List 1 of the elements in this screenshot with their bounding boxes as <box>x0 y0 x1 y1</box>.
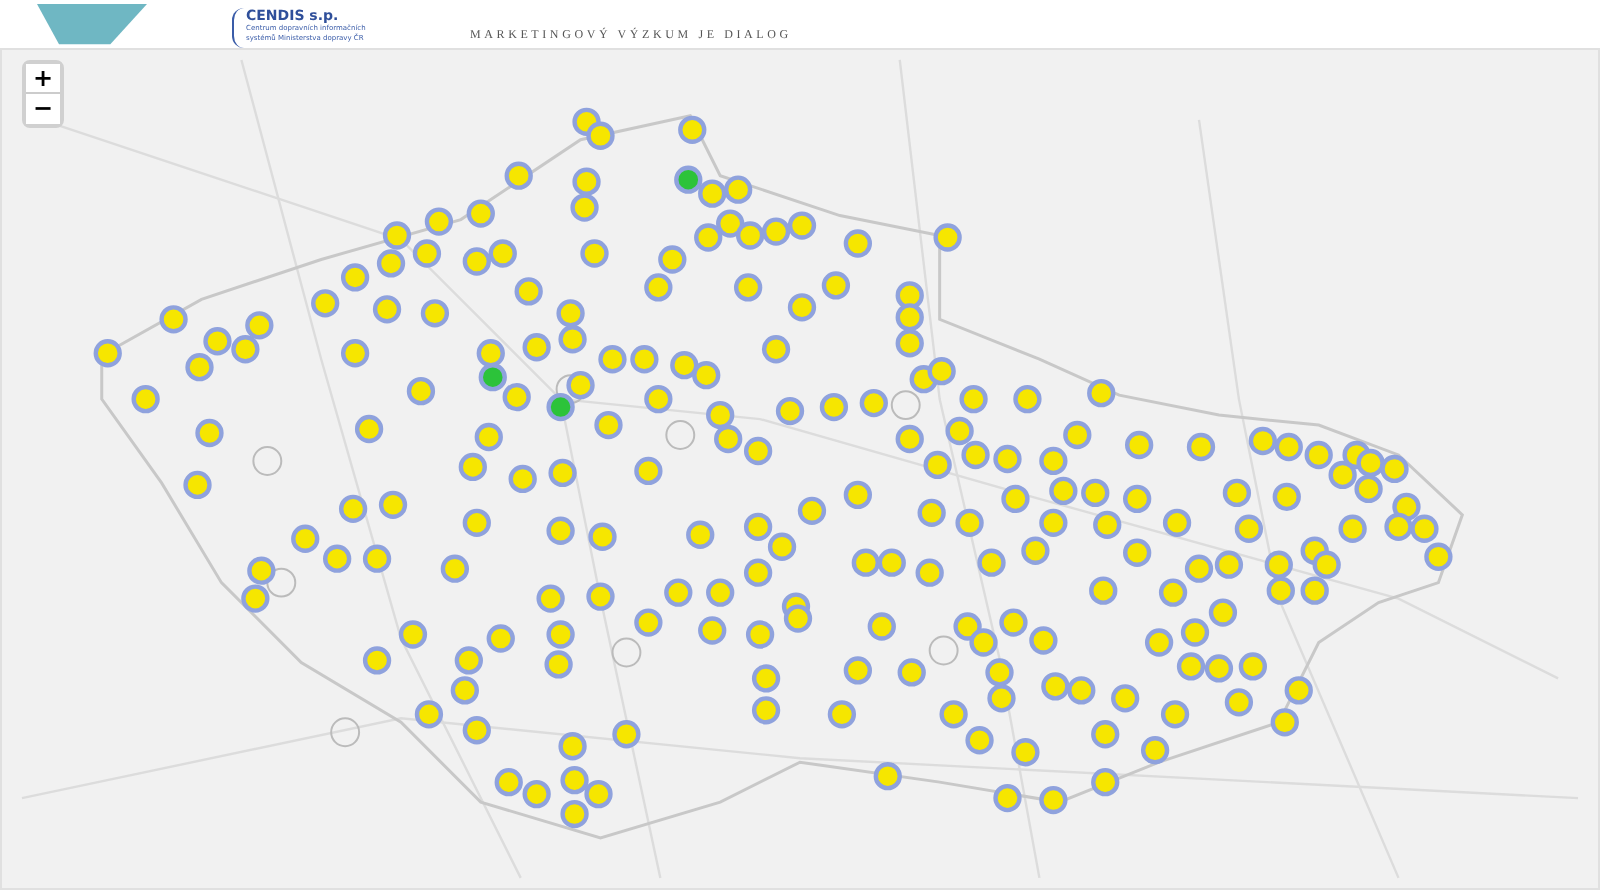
zoom-in-button[interactable]: + <box>26 64 60 95</box>
